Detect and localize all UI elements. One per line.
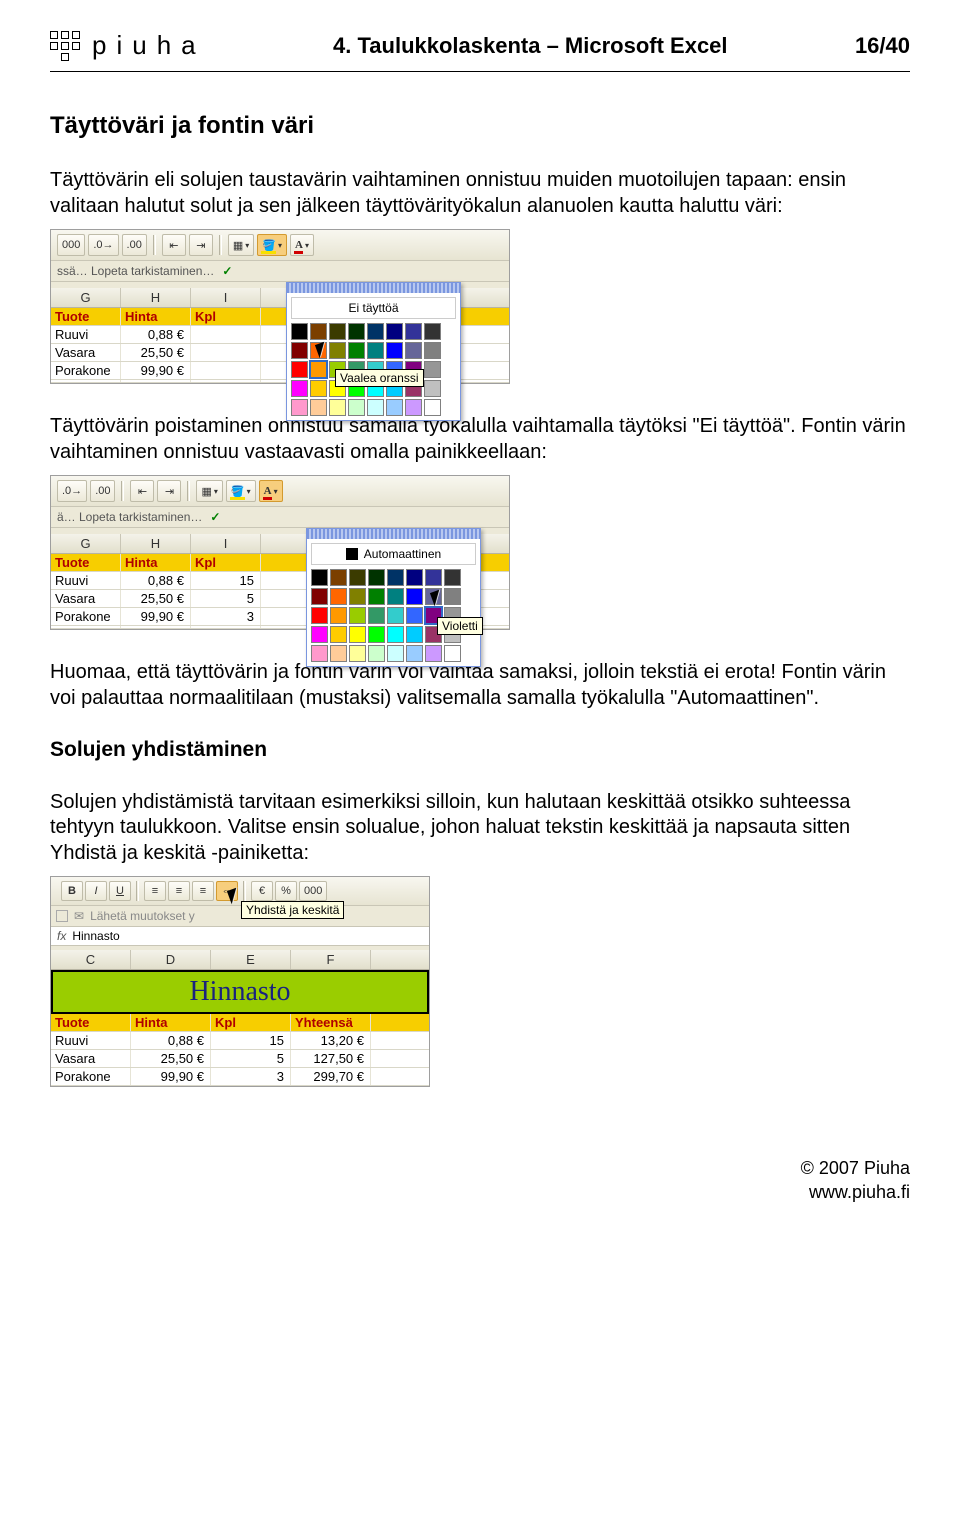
borders-icon[interactable]: ▦▾ [196, 480, 222, 502]
percent-icon[interactable]: % [275, 881, 297, 901]
status-text: ssä… Lopeta tarkistaminen… [57, 264, 214, 278]
increase-indent-icon[interactable]: ⇥ [189, 234, 213, 256]
heading-merge-cells: Solujen yhdistäminen [50, 738, 910, 762]
bold-button[interactable]: B [61, 881, 83, 901]
para-1: Täyttövärin eli solujen taustavärin vaih… [50, 168, 910, 219]
copyright: © 2007 Piuha [50, 1157, 910, 1180]
para-2: Täyttövärin poistaminen onnistuu samalla… [50, 414, 910, 465]
no-fill-option[interactable]: Ei täyttöä [291, 297, 456, 319]
status-text: ä… Lopeta tarkistaminen… [57, 510, 202, 524]
page-number: 16/40 [855, 33, 910, 59]
fill-color-palette[interactable]: Ei täyttöä Vaalea oranssi [286, 282, 461, 421]
fx-icon: fx [51, 927, 72, 945]
merged-title-cell[interactable]: Hinnasto [51, 970, 429, 1014]
tooltip: Violetti [437, 617, 483, 635]
increase-indent-icon[interactable]: ⇥ [157, 480, 181, 502]
header-divider [50, 71, 910, 72]
logo-icon [50, 31, 80, 61]
check-icon: ✓ [222, 264, 232, 278]
formula-bar[interactable]: fx Hinnasto [51, 927, 429, 946]
align-center-icon[interactable]: ≡ [168, 881, 190, 901]
fill-color-button[interactable]: 🪣 ▾ [257, 234, 287, 256]
bucket-icon: 🪣 [262, 239, 276, 252]
decrease-decimal-icon[interactable]: .00 [122, 234, 147, 256]
para-3: Huomaa, että täyttövärin ja fontin värin… [50, 660, 910, 711]
btn-000[interactable]: 000 [57, 234, 85, 256]
footer-url: www.piuha.fi [50, 1181, 910, 1204]
screenshot-merge-cells: B I U ≡ ≡ ≡ ⇔ € % 000 Yhdistä ja keskitä… [50, 876, 430, 1087]
page-footer: © 2007 Piuha www.piuha.fi [50, 1157, 910, 1204]
table-row[interactable]: Porakone99,90 €3299,70 € [51, 1068, 429, 1086]
merge-center-button[interactable]: ⇔ [216, 881, 238, 901]
para-4: Solujen yhdistämistä tarvitaan esimerkik… [50, 790, 910, 867]
heading-fill-color: Täyttöväri ja fontin väri [50, 112, 910, 140]
table-header-row[interactable]: TuoteHintaKplYhteensä [51, 1014, 429, 1032]
automatic-option[interactable]: Automaattinen [311, 543, 476, 565]
italic-button[interactable]: I [85, 881, 107, 901]
brand-text: piuha [92, 30, 206, 61]
decrease-indent-icon[interactable]: ⇤ [162, 234, 186, 256]
checkbox-icon[interactable] [56, 910, 68, 922]
screenshot-font-color: .0→ .00 ⇤ ⇥ ▦▾ 🪣 ▾ A ▾ ä… Lopeta tarkist… [50, 475, 510, 630]
align-right-icon[interactable]: ≡ [192, 881, 214, 901]
decrease-decimal-icon[interactable]: .00 [90, 480, 115, 502]
tooltip: Vaalea oranssi [335, 369, 424, 387]
doc-title: 4. Taulukkolaskenta – Microsoft Excel [333, 33, 728, 59]
formula-value: Hinnasto [72, 929, 119, 943]
color-swatches[interactable] [311, 569, 476, 662]
black-swatch-icon [346, 548, 358, 560]
increase-decimal-icon[interactable]: .0→ [57, 480, 87, 502]
send-changes-text: Lähetä muutokset y [90, 909, 195, 923]
borders-icon[interactable]: ▦▾ [228, 234, 254, 256]
screenshot-fill-color: 000 .0→ .00 ⇤ ⇥ ▦▾ 🪣 ▾ A ▾ ssä… Lopeta t… [50, 229, 510, 384]
currency-icon[interactable]: € [251, 881, 273, 901]
underline-button[interactable]: U [109, 881, 131, 901]
font-color-button[interactable]: A ▾ [259, 480, 283, 502]
font-color-button[interactable]: A ▾ [290, 234, 314, 256]
table-row[interactable]: Vasara25,50 €5127,50 € [51, 1050, 429, 1068]
page-header: piuha 4. Taulukkolaskenta – Microsoft Ex… [50, 30, 910, 61]
bucket-icon: 🪣 [231, 485, 245, 498]
tooltip-merge: Yhdistä ja keskitä [241, 901, 344, 919]
fill-color-button[interactable]: 🪣 ▾ [226, 480, 256, 502]
align-left-icon[interactable]: ≡ [144, 881, 166, 901]
decrease-indent-icon[interactable]: ⇤ [130, 480, 154, 502]
comma-icon[interactable]: 000 [299, 881, 327, 901]
table-row[interactable]: Ruuvi0,88 €1513,20 € [51, 1032, 429, 1050]
increase-decimal-icon[interactable]: .0→ [88, 234, 118, 256]
envelope-icon: ✉ [74, 909, 84, 923]
column-headers[interactable]: CDEF [51, 950, 429, 970]
font-color-palette[interactable]: Automaattinen Violetti [306, 528, 481, 667]
check-icon: ✓ [210, 510, 220, 524]
